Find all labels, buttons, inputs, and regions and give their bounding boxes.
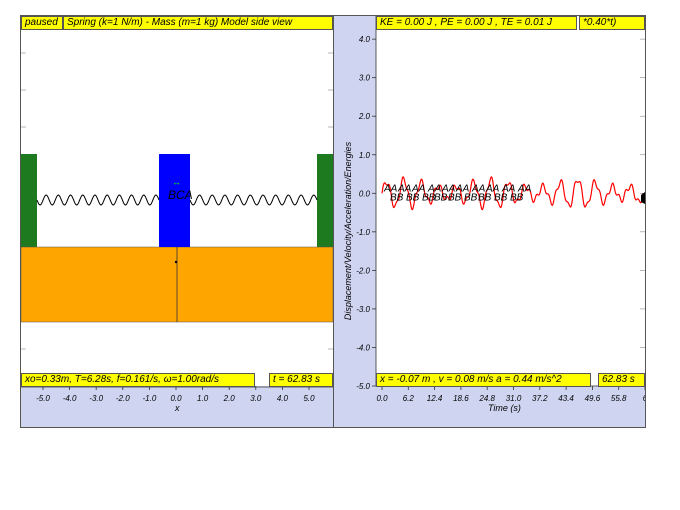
graph-y-tick-label: 1.0 xyxy=(359,151,371,160)
graph-x-tick-label: 6 xyxy=(643,394,645,403)
right-wall xyxy=(317,154,333,247)
graph-x-axis-label: Time (s) xyxy=(488,403,521,413)
graph-x-tick-label: 12.4 xyxy=(427,394,443,403)
side-view-x-tick-label: 1.0 xyxy=(197,394,209,403)
mass-label: BCA xyxy=(168,188,193,202)
formula-fragment: *0.40*t) xyxy=(579,16,645,30)
graph-y-tick-label: 3.0 xyxy=(359,74,371,83)
model-title: Spring (k=1 N/m) - Mass (m=1 kg) Model s… xyxy=(63,16,333,30)
graph-x-tick-label: 31.0 xyxy=(506,394,522,403)
side-view-x-ticks: -5.0 -4.0 -3.0 -2.0 -1.0 0.0 1.0 2.0 3.0 4.0 5.0 xyxy=(36,386,315,403)
graph-y-tick-label: -3.0 xyxy=(356,305,370,314)
side-view-x-tick-label: 5.0 xyxy=(303,394,315,403)
graph-x-tick-label: 37.2 xyxy=(532,394,548,403)
side-view-x-tick-label: 0.0 xyxy=(170,394,182,403)
motion-readout: x = -0.07 m , v = 0.08 m/s a = 0.44 m/s^… xyxy=(376,373,591,387)
time-label: t = 62.83 s xyxy=(269,373,333,387)
trace-labels-bb: BB BB BBBB BB BB BB BB BB xyxy=(390,192,524,203)
side-view-x-tick-label: 4.0 xyxy=(277,394,289,403)
trace-label-bb: BB xyxy=(478,192,492,203)
graph-x-tick-label: 6.2 xyxy=(403,394,415,403)
side-view-panel: ↔ BCA -5.0 -4.0 -3.0 -2.0 -1.0 0.0 1.0 2.0 3.0 4.… xyxy=(20,15,334,428)
trace-label-bb: BB xyxy=(510,192,524,203)
graph-y-tick-label: -1.0 xyxy=(356,228,370,237)
side-view-x-tick-label: 2.0 xyxy=(223,394,236,403)
trace-label-bb: BB xyxy=(434,192,448,203)
graph-x-tick-label: 55.8 xyxy=(611,394,627,403)
graph-x-tick-label: 18.6 xyxy=(453,394,469,403)
trace-label-bb: BB xyxy=(464,192,478,203)
graph-y-tick-label: -5.0 xyxy=(356,382,370,391)
trace-label-bb: BB xyxy=(390,192,404,203)
side-view-x-tick-label: 3.0 xyxy=(250,394,262,403)
graph-plot: 4.0 3.0 2.0 1.0 0.0 -1.0 -2.0 -3.0 -4.0 -5.0 0.0 6… xyxy=(343,16,645,413)
side-view-x-tick-label: -2.0 xyxy=(116,394,130,403)
status-label[interactable]: paused xyxy=(21,16,63,30)
left-wall xyxy=(21,154,37,247)
graph-time-label: 62.83 s xyxy=(598,373,645,387)
side-view-x-axis-label: x xyxy=(174,403,180,413)
side-view-plot: ↔ BCA -5.0 -4.0 -3.0 -2.0 -1.0 0.0 1.0 2.0 3.0 4.… xyxy=(21,16,333,413)
parameters-label: xo=0.33m, T=6.28s, f=0.161/s, ω=1.00rad/… xyxy=(21,373,255,387)
graph-y-tick-label: -4.0 xyxy=(356,343,370,352)
graph-y-axis-label: Displacement/Velocity/Acceleration/Energ… xyxy=(343,141,353,320)
side-view-x-tick-label: -3.0 xyxy=(89,394,103,403)
graph-x-ticks: 0.0 6.2 12.4 18.6 24.8 31.0 37.2 43.4 49.6 55.8 6 xyxy=(376,386,645,403)
graph-panel: 4.0 3.0 2.0 1.0 0.0 -1.0 -2.0 -3.0 -4.0 -5.0 0.0 6… xyxy=(333,15,646,428)
graph-x-tick-label: 0.0 xyxy=(376,394,388,403)
graph-x-tick-label: 43.4 xyxy=(558,394,574,403)
graph-x-tick-label: 49.6 xyxy=(585,394,601,403)
graph-y-tick-label: -2.0 xyxy=(356,266,370,275)
trace-label-bb: BB xyxy=(494,192,508,203)
graph-y-tick-label: 2.0 xyxy=(358,112,371,121)
side-view-x-tick-label: -1.0 xyxy=(143,394,157,403)
side-view-x-tick-label: -4.0 xyxy=(63,394,77,403)
energy-label: KE = 0.00 J , PE = 0.00 J , TE = 0.01 J xyxy=(376,16,577,30)
graph-y-tick-label: 4.0 xyxy=(359,35,371,44)
trace-label-bb: BB xyxy=(448,192,462,203)
graph-y-ticks: 4.0 3.0 2.0 1.0 0.0 -1.0 -2.0 -3.0 -4.0 -5.0 xyxy=(356,35,376,391)
side-view-x-tick-label: -5.0 xyxy=(36,394,50,403)
graph-x-tick-label: 24.8 xyxy=(478,394,495,403)
velocity-arrow-icon: ↔ xyxy=(172,177,181,187)
trace-label-bb: BB xyxy=(406,192,420,203)
graph-y-tick-label: 0.0 xyxy=(359,189,371,198)
